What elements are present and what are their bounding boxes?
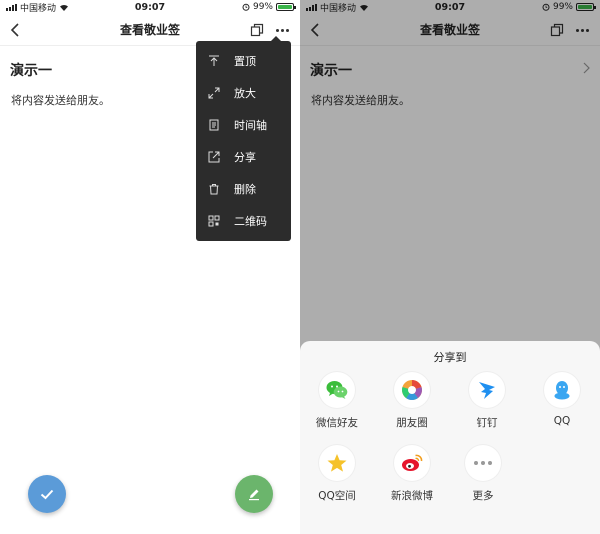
share-label: QQ	[553, 415, 571, 427]
share-label: 新浪微博	[391, 490, 433, 502]
note-body: 将内容发送给朋友。	[11, 94, 110, 107]
carrier-group: 中国移动	[6, 1, 69, 14]
share-icon-circle	[544, 372, 580, 408]
share-sheet-title: 分享到	[433, 351, 467, 364]
menu-item-share[interactable]: 分享	[196, 141, 291, 173]
share-dingtalk[interactable]: 钉钉	[455, 372, 519, 430]
edit-button[interactable]	[235, 475, 273, 513]
share-more[interactable]: 更多	[451, 445, 515, 503]
qq-icon	[554, 381, 570, 400]
menu-item-qrcode[interactable]: 二维码	[196, 205, 291, 237]
wechat-icon	[326, 381, 348, 399]
wifi-icon	[60, 4, 69, 11]
menu-item-label: 放大	[234, 87, 256, 100]
share-icon-circle	[319, 372, 355, 408]
status-bar: 中国移动 09:07 99%	[0, 0, 300, 14]
share-moments[interactable]: 朋友圈	[380, 372, 444, 430]
share-icon-circle	[465, 445, 501, 481]
share-sheet: 分享到 微信好友 朋友圈 钉钉 QQ QQ空间 新浪微博 更多	[300, 341, 600, 534]
trash-icon	[209, 184, 219, 195]
qzone-icon	[327, 454, 347, 472]
menu-item-label: 二维码	[234, 215, 267, 228]
share-wechat[interactable]: 微信好友	[305, 372, 369, 430]
share-icon-circle	[469, 372, 505, 408]
confirm-button[interactable]	[28, 475, 66, 513]
note-title: 演示一	[10, 63, 52, 79]
signal-icon	[6, 3, 17, 11]
battery-icon	[276, 3, 296, 11]
menu-item-timeline[interactable]: 时间轴	[196, 109, 291, 141]
share-label: 朋友圈	[396, 417, 428, 429]
more-options-menu: 置顶 放大 时间轴 分享 删除 二维码	[196, 36, 291, 241]
weibo-icon	[402, 454, 423, 471]
more-icon	[474, 461, 492, 465]
menu-item-label: 置顶	[234, 55, 256, 68]
right-screen: 中国移动 09:07 99% 查看敬业签 演示一 将内容发送给朋友。 分享到 微…	[300, 0, 600, 534]
alarm-icon	[242, 3, 250, 11]
page-title: 查看敬业签	[119, 23, 180, 37]
qrcode-icon	[208, 215, 220, 227]
check-icon	[40, 489, 54, 500]
share-qq[interactable]: QQ	[530, 372, 594, 427]
left-screen: 中国移动 09:07 99% 查看敬业签 演示一 将内容发送给朋友。 置顶 放大	[0, 0, 300, 534]
copy-icon[interactable]	[250, 23, 264, 37]
share-label: 微信好友	[316, 417, 358, 429]
share-label: 更多	[472, 490, 494, 502]
share-label: 钉钉	[476, 417, 498, 429]
share-icon-circle	[319, 445, 355, 481]
dingtalk-icon	[479, 382, 495, 399]
pin-top-icon	[209, 55, 219, 66]
expand-icon	[208, 87, 220, 99]
menu-item-label: 分享	[234, 151, 256, 164]
timeline-icon	[209, 119, 219, 131]
right-status: 99%	[242, 2, 296, 12]
share-label: QQ空间	[318, 490, 356, 502]
moments-icon	[402, 380, 422, 400]
back-arrow-icon[interactable]	[8, 21, 24, 39]
menu-item-expand[interactable]: 放大	[196, 77, 291, 109]
battery-fill	[278, 5, 292, 9]
share-qzone[interactable]: QQ空间	[305, 445, 369, 503]
share-icon-circle	[394, 445, 430, 481]
share-icon	[208, 151, 220, 163]
menu-item-pin[interactable]: 置顶	[196, 45, 291, 77]
menu-item-label: 时间轴	[234, 119, 267, 132]
share-icon-circle	[394, 372, 430, 408]
menu-item-delete[interactable]: 删除	[196, 173, 291, 205]
carrier-label: 中国移动	[20, 3, 57, 14]
battery-percent: 99%	[252, 2, 273, 12]
menu-item-label: 删除	[234, 183, 256, 196]
pencil-icon	[249, 489, 259, 501]
share-weibo[interactable]: 新浪微博	[380, 445, 444, 503]
